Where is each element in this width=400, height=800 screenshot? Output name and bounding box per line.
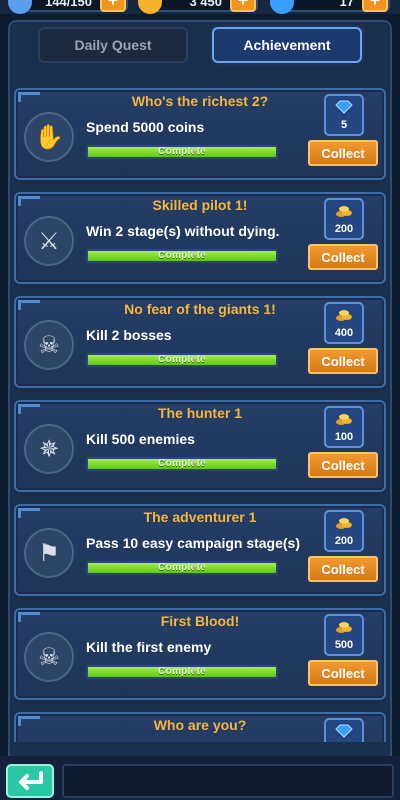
achievement-description: Kill 2 bosses [86,327,172,343]
progress-status: Complete [158,146,206,157]
progress-bar: Complete [86,249,278,263]
achievement-description: Kill the first enemy [86,639,212,655]
collect-button[interactable]: Collect [308,140,378,166]
card-corner-decoration [18,404,40,414]
achievement-description: Spend 5000 coins [86,119,205,135]
coin-stack-icon [335,620,353,634]
back-button[interactable] [6,764,54,798]
winged-sword-icon: ⚔ [24,216,74,266]
skull-flag-icon: ⚑ [24,528,74,578]
card-corner-decoration [18,508,40,518]
energy-value: 144/150 [45,0,92,9]
coin-value: 3 450 [189,0,222,9]
achievement-title: Who are you? [153,717,247,733]
back-arrow-icon [19,771,43,790]
coin-icon [138,0,162,14]
progress-status: Complete [158,458,206,469]
reward-box: 400 [324,302,364,344]
skull-crossbones-icon: ☠ [24,632,74,682]
coin-stack-icon [335,308,353,322]
reward-box: 500 [324,614,364,656]
gem-value: 17 [339,0,354,9]
card-corner-decoration [18,716,40,726]
card-corner-decoration [18,300,40,310]
coin-counter: 3 450 + [138,0,258,14]
achievement-description: Pass 10 easy campaign stage(s) [86,535,301,551]
achievement-title: The hunter 1 [157,405,242,421]
tab-daily-quest[interactable]: Daily Quest [38,27,188,63]
reward-amount: 500 [334,639,354,651]
gem-icon [335,724,353,738]
energy-counter: 144/150 + [8,0,128,14]
collect-button[interactable]: Collect [308,348,378,374]
achievement-title: First Blood! [160,613,240,629]
progress-status: Complete [158,666,206,677]
progress-status: Complete [158,250,206,261]
progress-status: Complete [158,562,206,573]
reward-box [324,718,364,742]
lightning-icon [8,0,32,14]
coin-stack-icon [335,412,353,426]
reward-amount: 400 [334,327,354,339]
reward-amount: 100 [334,431,354,443]
progress-bar: Complete [86,145,278,159]
card-corner-decoration [18,196,40,206]
coins-in-hand-icon: ✋ [24,112,74,162]
achievement-description: Win 2 stage(s) without dying. [86,223,280,239]
bug-icon: ✵ [24,424,74,474]
reward-amount: 200 [334,535,354,547]
card-corner-decoration [18,92,40,102]
coin-stack-icon [335,204,353,218]
progress-bar: Complete [86,665,278,679]
add-energy-button[interactable]: + [100,0,126,12]
achievement-card: The hunter 1 ✵ Kill 500 enemies Complete Col… [14,400,386,492]
progress-bar: Complete [86,353,278,367]
boss-skull-icon: ☠ [24,320,74,370]
achievement-description: Kill 500 enemies [86,431,195,447]
collect-button[interactable]: Collect [308,556,378,582]
achievement-title: Skilled pilot 1! [152,197,248,213]
reward-box: 200 [324,198,364,240]
gem-icon [335,100,353,114]
progress-status: Complete [158,354,206,365]
gem-icon [270,0,294,14]
card-corner-decoration [18,612,40,622]
reward-amount: 200 [334,223,354,235]
add-gems-button[interactable]: + [362,0,388,12]
collect-button[interactable]: Collect [308,452,378,478]
achievement-list[interactable]: Who's the richest 2? ✋ Spend 5000 coins Com… [10,88,390,742]
achievement-title: The adventurer 1 [143,509,257,525]
achievement-card: No fear of the giants 1! ☠ Kill 2 bosses Co… [14,296,386,388]
collect-button[interactable]: Collect [308,244,378,270]
achievement-title: No fear of the giants 1! [124,301,276,317]
reward-box: 5 [324,94,364,136]
reward-box: 100 [324,406,364,448]
progress-bar: Complete [86,561,278,575]
gem-counter: 17 + [270,0,390,14]
coin-stack-icon [335,516,353,530]
collect-button[interactable]: Collect [308,660,378,686]
resource-bar: 144/150 + 3 450 + 17 + [0,0,400,14]
achievement-card: First Blood! ☠ Kill the first enemy Complet… [14,608,386,700]
reward-box: 200 [324,510,364,552]
achievement-card: Skilled pilot 1! ⚔ Win 2 stage(s) without … [14,192,386,284]
achievement-card: Who are you? [14,712,386,742]
progress-bar: Complete [86,457,278,471]
tab-achievement[interactable]: Achievement [212,27,362,63]
achievement-card: Who's the richest 2? ✋ Spend 5000 coins Com… [14,88,386,180]
achievement-card: The adventurer 1 ⚑ Pass 10 easy campaign s… [14,504,386,596]
reward-amount: 5 [340,119,348,131]
achievement-title: Who's the richest 2? [131,93,269,109]
bottom-slot [62,764,394,798]
add-coins-button[interactable]: + [230,0,256,12]
